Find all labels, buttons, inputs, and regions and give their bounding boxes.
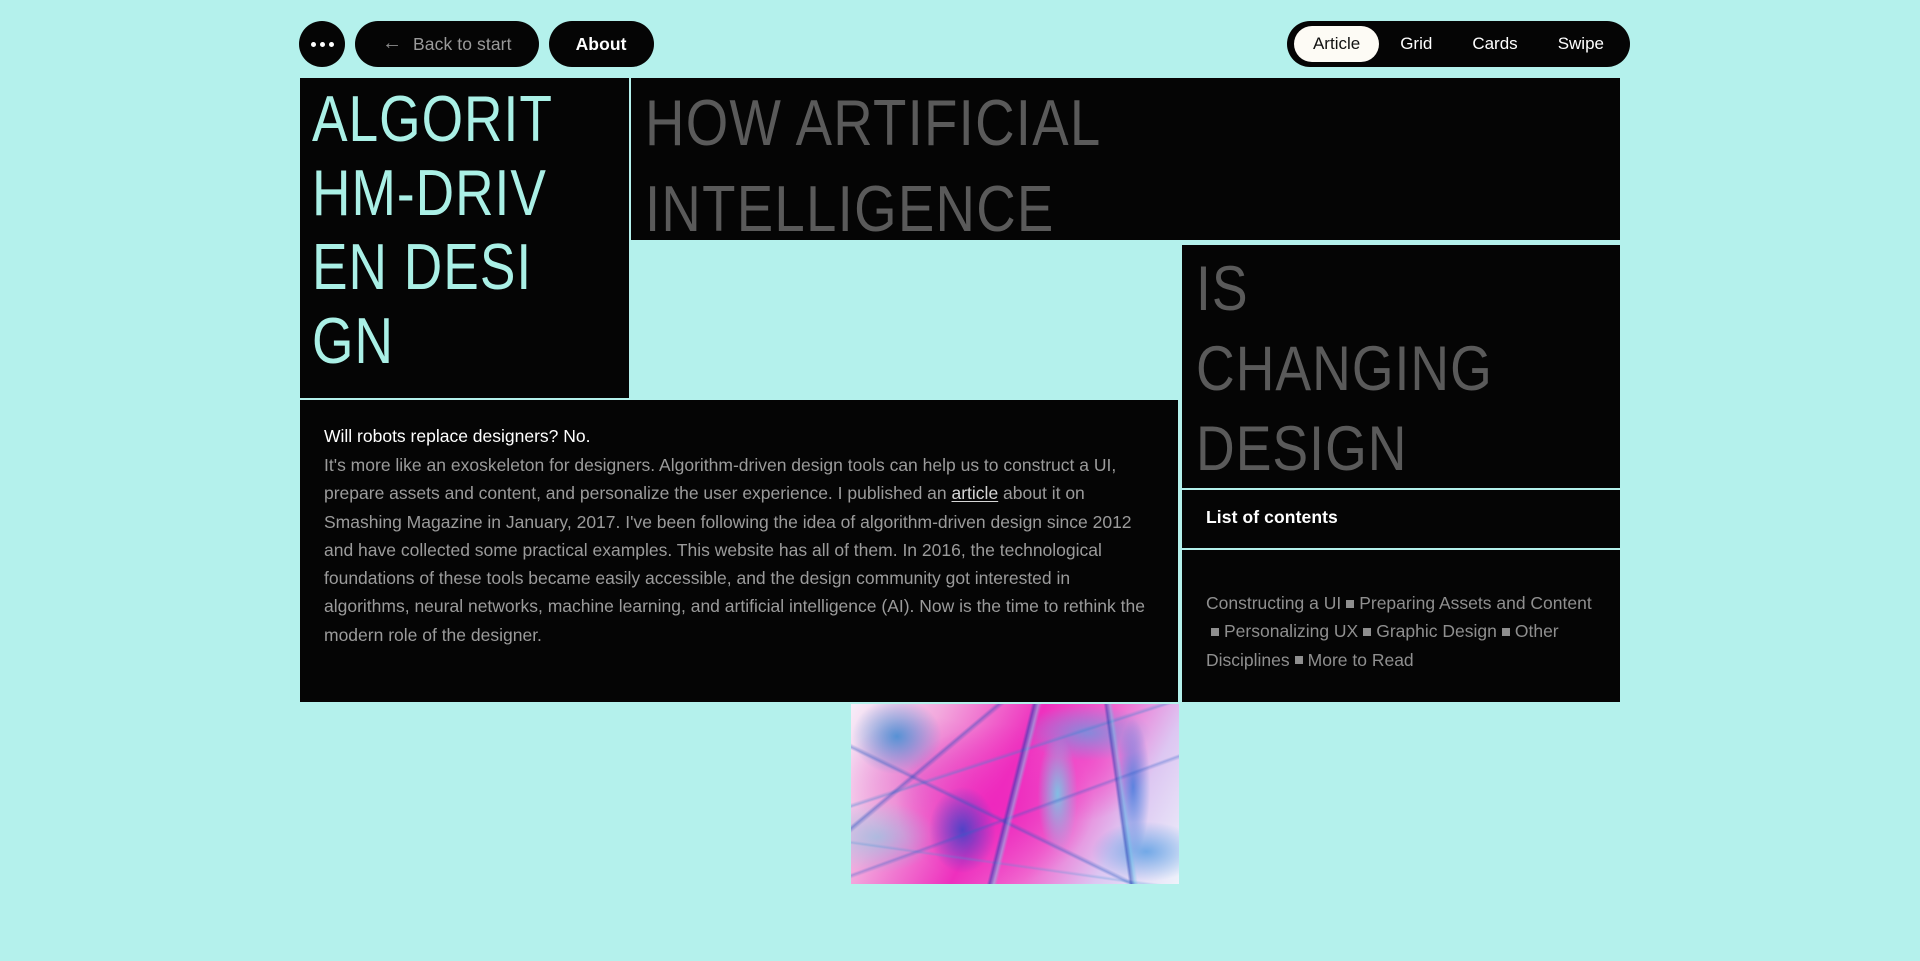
contents-list: Constructing a UI Preparing Assets and Co… <box>1206 589 1598 674</box>
contents-item[interactable]: More to Read <box>1308 650 1414 670</box>
subtitle-line-3: IS <box>1196 254 1249 324</box>
arrow-left-icon: ← <box>382 32 402 54</box>
subtitle-line-5: DESIGN <box>1196 414 1408 484</box>
article-canvas: ALGORITHM-DRIVEN DESIGN HOW ARTIFICIAL I… <box>0 0 1920 961</box>
dot-icon <box>328 41 334 47</box>
back-to-start-label: Back to start <box>413 33 512 54</box>
square-bullet-icon <box>1346 599 1355 608</box>
contents-item[interactable]: Graphic Design <box>1376 621 1497 641</box>
view-switcher: Article Grid Cards Swipe <box>1286 21 1630 67</box>
article-lede: Will robots replace designers? No. <box>324 426 591 446</box>
square-bullet-icon <box>1363 628 1372 637</box>
contents-header-block: List of contents <box>1182 490 1620 548</box>
contents-body-block: Constructing a UI Preparing Assets and Co… <box>1182 550 1620 702</box>
square-bullet-icon <box>1294 656 1303 665</box>
article-text-after-link: about it on Smashing Magazine in January… <box>324 483 1145 645</box>
dot-icon <box>319 41 325 47</box>
dot-icon <box>310 41 316 47</box>
view-tab-grid[interactable]: Grid <box>1381 26 1451 62</box>
more-options-button[interactable] <box>299 21 345 67</box>
back-to-start-button[interactable]: ← Back to start <box>355 21 539 67</box>
view-tab-article[interactable]: Article <box>1293 26 1380 62</box>
hero-subtitle-block-right: IS CHANGING DESIGN <box>1182 245 1620 488</box>
view-tab-cards[interactable]: Cards <box>1453 26 1536 62</box>
image-vein-layer <box>851 704 1179 884</box>
subtitle-line-1: HOW ARTIFICIAL <box>645 86 1102 159</box>
hero-title-block: ALGORITHM-DRIVEN DESIGN <box>300 78 629 398</box>
article-paragraph: It's more like an exoskeleton for design… <box>324 451 1150 649</box>
contents-item[interactable]: Personalizing UX <box>1224 621 1358 641</box>
contents-heading: List of contents <box>1206 507 1338 527</box>
contents-item[interactable]: Preparing Assets and Content <box>1359 593 1592 613</box>
contents-item[interactable]: Constructing a UI <box>1206 593 1341 613</box>
article-body-block: Will robots replace designers? No. It's … <box>300 400 1178 702</box>
subtitle-line-2: INTELLIGENCE <box>645 172 1055 240</box>
square-bullet-icon <box>1211 628 1219 637</box>
about-button[interactable]: About <box>548 21 654 67</box>
article-image <box>851 704 1179 884</box>
page-title: ALGORITHM-DRIVEN DESIGN <box>312 82 553 377</box>
square-bullet-icon <box>1501 628 1510 637</box>
view-tab-swipe[interactable]: Swipe <box>1539 26 1623 62</box>
hero-subtitle-block-top: HOW ARTIFICIAL INTELLIGENCE <box>631 78 1620 240</box>
toolbar-left-group: ← Back to start About <box>299 21 654 67</box>
about-label: About <box>575 33 627 54</box>
top-toolbar: ← Back to start About Article Grid Cards Sw… <box>0 21 1920 73</box>
subtitle-line-4: CHANGING <box>1196 334 1493 404</box>
smashing-magazine-link[interactable]: article <box>952 483 999 503</box>
